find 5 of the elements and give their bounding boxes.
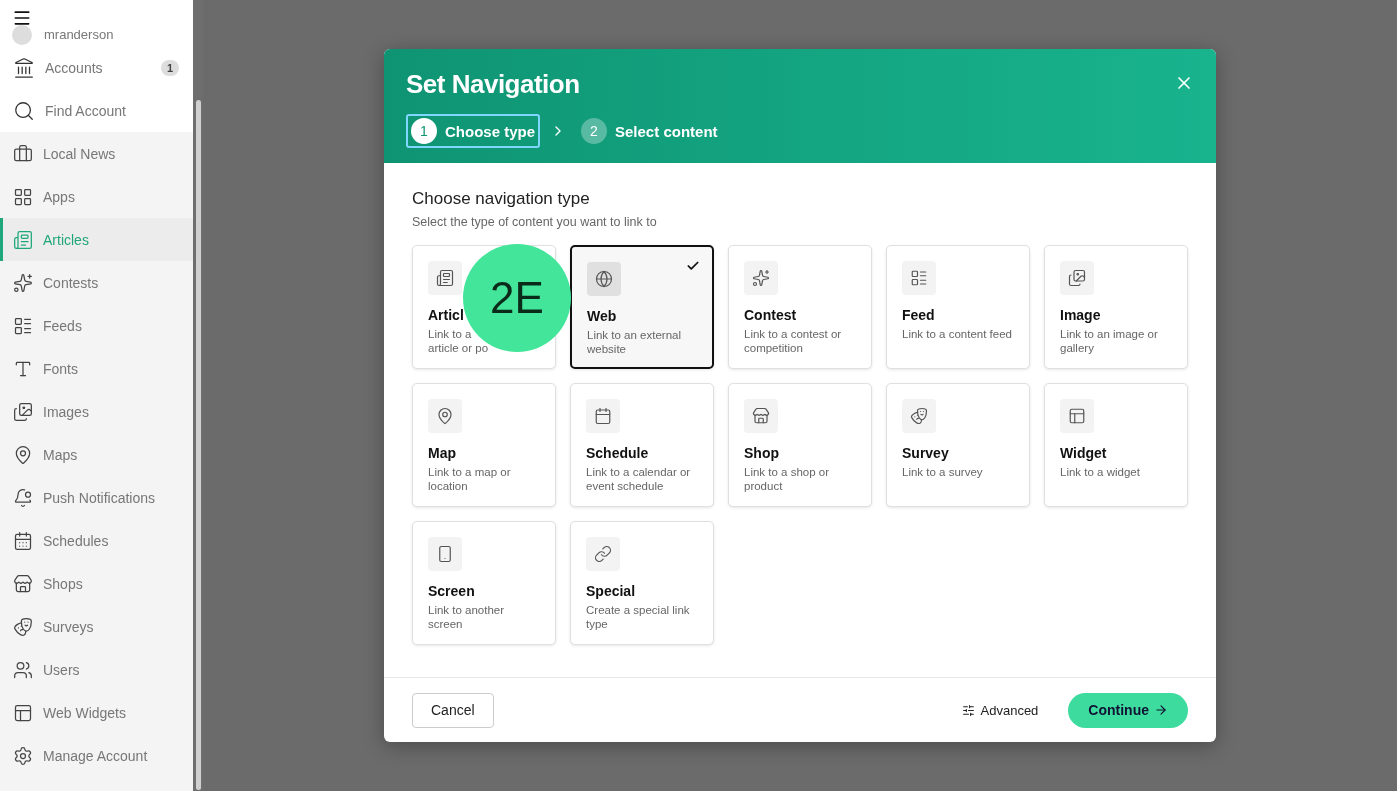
- dialog-title: Set Navigation: [406, 69, 580, 100]
- count-badge: 1: [160, 59, 179, 76]
- section-heading: Choose navigation type: [412, 189, 591, 209]
- user-name: mranderson: [44, 27, 114, 43]
- section-subheading: Select the type of content you want to link to: [412, 215, 658, 229]
